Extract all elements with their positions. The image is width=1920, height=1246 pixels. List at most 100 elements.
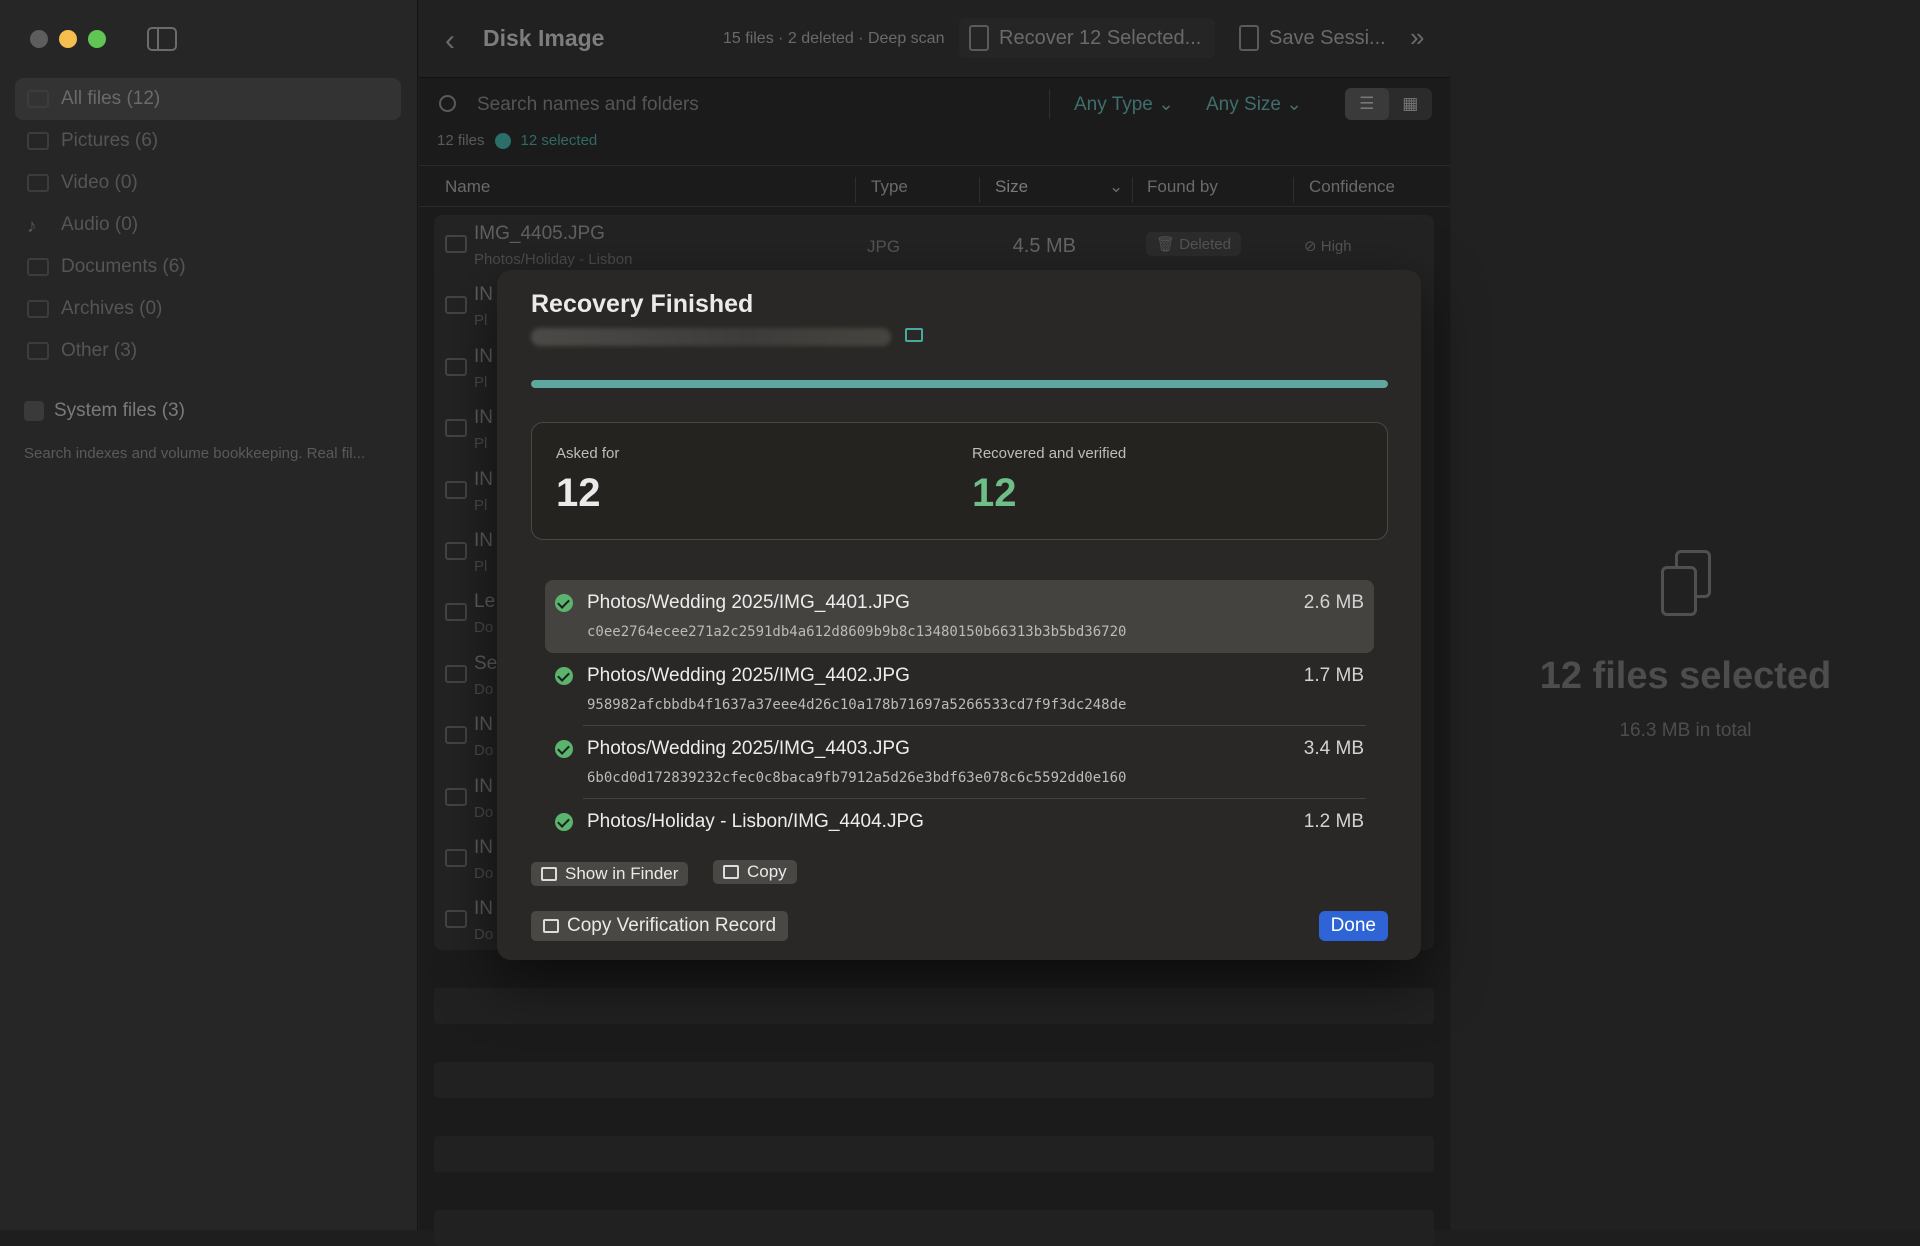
sidebar-item-label: Video (0)	[61, 172, 138, 193]
back-chevron-icon[interactable]: ‹	[445, 24, 455, 58]
column-header-type[interactable]: Type	[871, 177, 908, 197]
file-path: Do	[474, 864, 494, 882]
copy-button[interactable]: Copy	[713, 860, 797, 884]
selection-title: 12 files selected	[1539, 655, 1832, 697]
document-icon	[445, 664, 467, 683]
file-path: Do	[474, 619, 494, 637]
system-files-toggle[interactable]: System files (3)	[24, 400, 185, 422]
sidebar-item-audio[interactable]: ♪ Audio (0)	[15, 204, 401, 246]
multiple-documents-icon	[1661, 550, 1711, 616]
column-header-found-by[interactable]: Found by	[1147, 177, 1218, 197]
file-type: JPG	[867, 237, 901, 256]
search-icon	[439, 95, 456, 112]
column-header-confidence[interactable]: Confidence	[1309, 177, 1395, 197]
image-file-icon	[445, 419, 467, 438]
empty-row-stripe	[434, 1062, 1434, 1098]
empty-row-stripe	[434, 988, 1434, 1024]
sidebar-item-other[interactable]: Other (3)	[15, 330, 401, 372]
file-name: IN	[474, 529, 493, 551]
sidebar-item-pictures[interactable]: Pictures (6)	[15, 120, 401, 162]
deleted-badge: 🗑 Deleted	[1146, 232, 1241, 256]
size-filter-dropdown[interactable]: Any Size ⌄	[1206, 93, 1302, 116]
archive-box-icon	[27, 300, 49, 318]
category-nav: All files (12) Pictures (6) Video (0) ♪ A…	[15, 78, 401, 372]
search-input[interactable]	[477, 91, 977, 119]
file-path: Do	[474, 680, 494, 698]
sidebar-item-video[interactable]: Video (0)	[15, 162, 401, 204]
file-path: Pl	[474, 557, 488, 575]
size-filter-label: Any Size	[1206, 94, 1281, 115]
close-window-button[interactable]	[30, 30, 48, 48]
done-button[interactable]: Done	[1318, 911, 1388, 941]
file-name: IN	[474, 468, 493, 490]
list-item[interactable]: Photos/Wedding 2025/IMG_4401.JPG c0ee276…	[545, 580, 1374, 653]
file-path: Pl	[474, 496, 488, 514]
system-files-description: Search indexes and volume bookkeeping. R…	[24, 445, 366, 462]
document-icon	[445, 603, 467, 622]
progress-fill	[531, 380, 1388, 388]
recovered-file-path: Photos/Holiday - Lisbon/IMG_4404.JPG	[587, 811, 924, 832]
column-header-name[interactable]: Name	[445, 177, 490, 197]
folder-icon	[541, 867, 557, 881]
file-hash: 6b0cd0d172839232cfec0c8baca9fb7912a5d26e…	[587, 770, 1127, 786]
sidebar-item-label: Other (3)	[61, 340, 138, 361]
system-files-checkbox[interactable]	[24, 401, 44, 421]
copy-icon	[543, 919, 559, 933]
copy-verification-record-button[interactable]: Copy Verification Record	[531, 911, 789, 941]
column-header-size[interactable]: Size	[995, 177, 1028, 197]
list-view-icon[interactable]: ☰	[1345, 88, 1389, 120]
file-name: IN	[474, 836, 493, 858]
sidebar-toggle-icon[interactable]	[147, 27, 177, 51]
file-name: IMG_4405.JPG	[474, 223, 605, 244]
grid-view-icon[interactable]: ▦	[1389, 88, 1433, 120]
window-controls	[30, 30, 106, 48]
sidebar-item-documents[interactable]: Documents (6)	[15, 246, 401, 288]
verified-check-icon	[555, 740, 573, 758]
photo-icon	[27, 132, 49, 150]
sort-chevron-icon[interactable]: ⌄	[1109, 177, 1123, 197]
sidebar-item-archives[interactable]: Archives (0)	[15, 288, 401, 330]
type-filter-dropdown[interactable]: Any Type ⌄	[1074, 93, 1174, 116]
recovered-file-path: Photos/Wedding 2025/IMG_4402.JPG	[587, 665, 910, 686]
copy-record-label: Copy Verification Record	[567, 915, 777, 936]
list-item[interactable]: Photos/Wedding 2025/IMG_4402.JPG 958982a…	[545, 653, 1374, 726]
file-size: 4.5 MB	[1012, 235, 1076, 257]
selection-summary: 12 files 12 selected	[437, 132, 597, 149]
minimize-window-button[interactable]	[59, 30, 77, 48]
sidebar-item-all-files[interactable]: All files (12)	[15, 78, 401, 120]
copy-label: Copy	[747, 862, 787, 881]
system-files-label: System files (3)	[54, 400, 185, 421]
search-bar: Any Type ⌄ Any Size ⌄ ☰ ▦	[419, 85, 1450, 125]
folder-icon	[27, 90, 49, 108]
list-item[interactable]: Photos/Holiday - Lisbon/IMG_4404.JPG 1.2…	[545, 799, 1374, 850]
list-item[interactable]: Photos/Wedding 2025/IMG_4403.JPG 6b0cd0d…	[545, 726, 1374, 799]
file-path: Pl	[474, 435, 488, 453]
recovered-file-size: 2.6 MB	[1303, 592, 1364, 613]
empty-row-stripe	[434, 1136, 1434, 1172]
folder-icon[interactable]	[905, 328, 923, 342]
sidebar-item-label: All files (12)	[61, 88, 161, 109]
sidebar-item-label: Pictures (6)	[61, 130, 159, 151]
toolbar-overflow-icon[interactable]: »	[1410, 22, 1424, 53]
zoom-window-button[interactable]	[88, 30, 106, 48]
asked-for-label: Asked for	[556, 445, 620, 462]
sidebar-item-label: Documents (6)	[61, 256, 186, 277]
question-file-icon	[27, 342, 49, 360]
selected-count: 12 selected	[520, 132, 598, 149]
document-icon	[445, 910, 467, 929]
recover-selected-button[interactable]: Recover 12 Selected...	[959, 18, 1215, 58]
recover-selected-label: Recover 12 Selected...	[999, 26, 1202, 49]
recovered-file-list: Photos/Wedding 2025/IMG_4401.JPG c0ee276…	[545, 580, 1374, 850]
sidebar: All files (12) Pictures (6) Video (0) ♪ A…	[0, 0, 418, 1230]
file-hash: c0ee2764ecee271a2c2591db4a612d8609b9b8c1…	[587, 624, 1127, 640]
show-in-finder-button[interactable]: Show in Finder	[531, 862, 689, 886]
table-row[interactable]: IMG_4405.JPG Photos/Holiday - Lisbon JPG…	[434, 215, 1434, 276]
page-title: Disk Image	[483, 25, 605, 51]
verified-check-icon	[555, 667, 573, 685]
column-divider	[979, 177, 980, 203]
chevron-down-icon: ⌄	[1158, 94, 1175, 115]
sidebar-item-label: Audio (0)	[61, 214, 139, 235]
save-session-button[interactable]: Save Sessi...	[1229, 18, 1405, 58]
film-icon	[27, 174, 49, 192]
image-file-icon	[445, 296, 467, 315]
